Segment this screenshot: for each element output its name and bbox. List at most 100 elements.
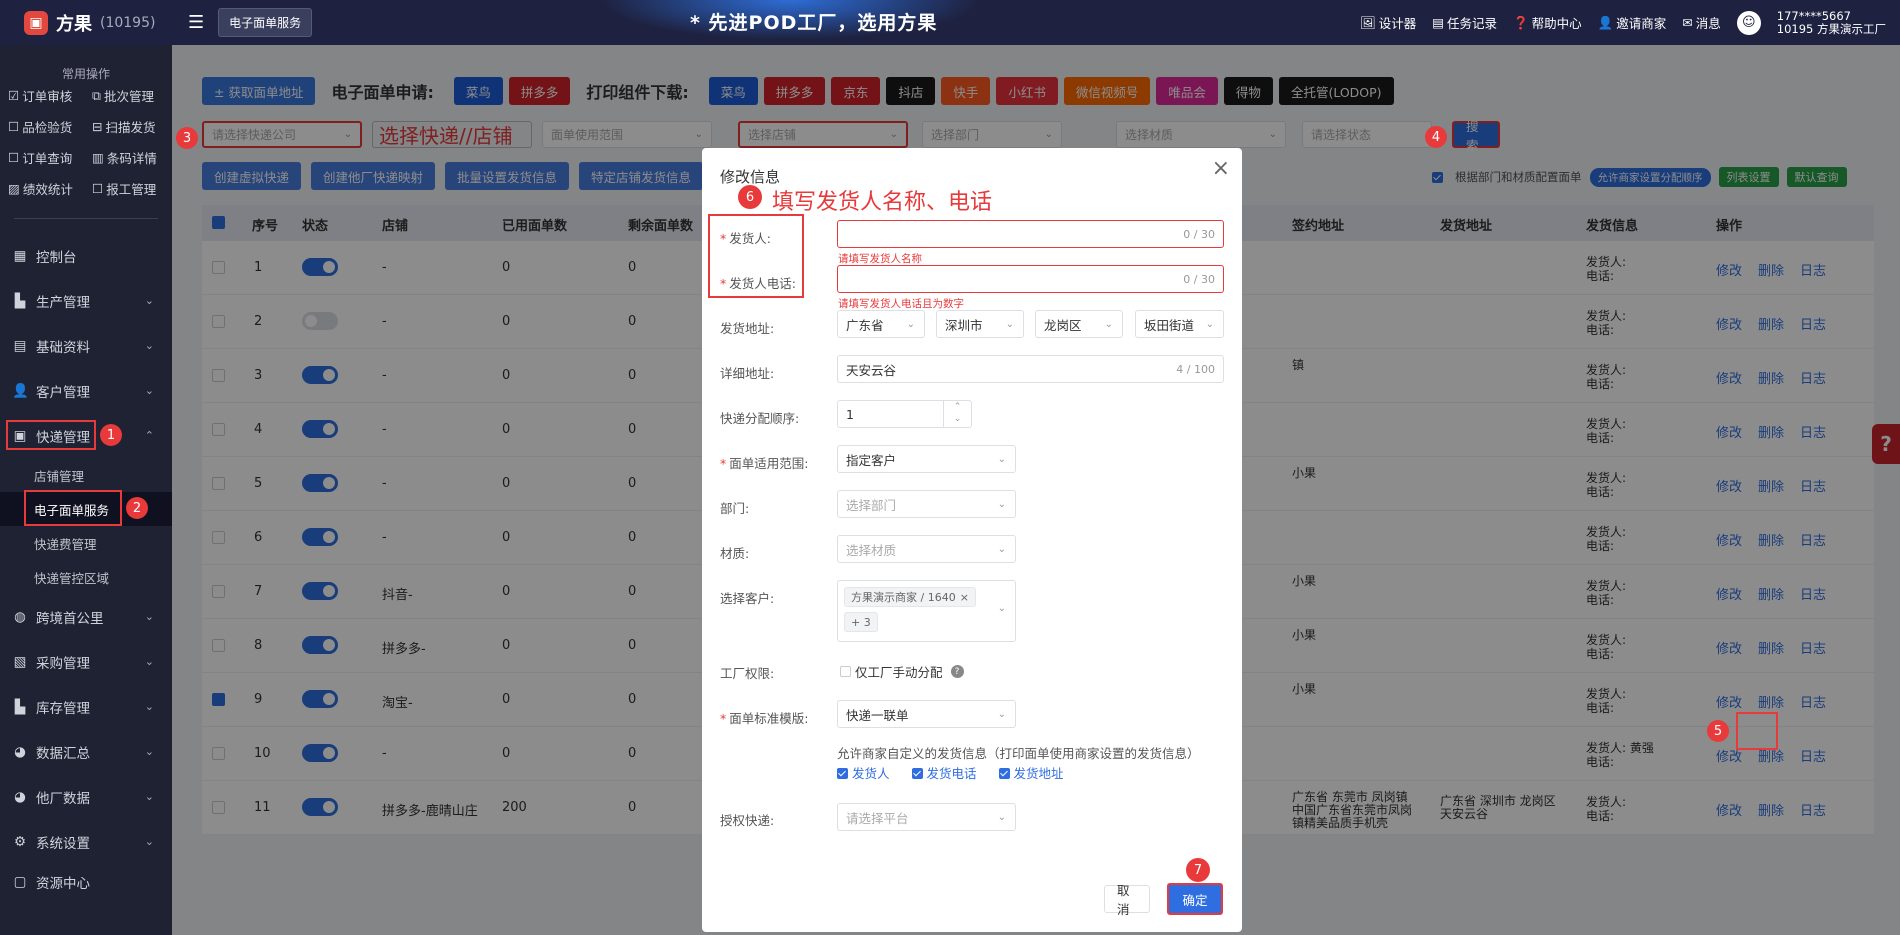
- nav-inventory[interactable]: ▙ 库存管理 ⌄: [0, 684, 172, 729]
- customer-multiselect[interactable]: 方果演示商家 / 1640 × + 3 ⌄: [837, 580, 1016, 642]
- nav-dashboard[interactable]: ▦ 控制台: [0, 233, 172, 278]
- province-select[interactable]: 广东省 ⌄: [837, 310, 925, 338]
- template-select[interactable]: 快递一联单 ⌄: [837, 700, 1016, 728]
- allow-address-option[interactable]: 发货地址: [998, 763, 1064, 782]
- nav-label: 系统设置: [36, 835, 90, 852]
- nav-cross-border[interactable]: ◍ 跨境首公里 ⌄: [0, 594, 172, 639]
- nav-customer[interactable]: 👤 客户管理 ⌄: [0, 368, 172, 413]
- designer-link[interactable]: 🖼 设计器: [1360, 13, 1416, 32]
- nav-sub-store-mgmt[interactable]: 店铺管理: [0, 458, 172, 492]
- district-select[interactable]: 龙岗区 ⌄: [1035, 310, 1123, 338]
- street-select[interactable]: 坂田街道 ⌄: [1135, 310, 1224, 338]
- quick-op-inspection[interactable]: ☐ 品检验货: [8, 117, 92, 136]
- dept-dialog-select[interactable]: 选择部门 ⌄: [837, 490, 1016, 518]
- active-page-tab[interactable]: 电子面单服务: [218, 8, 313, 37]
- quick-op-batch[interactable]: ⧉ 批次管理: [92, 86, 172, 105]
- tag-close-icon[interactable]: ×: [960, 591, 969, 604]
- detail-count: 4 / 100: [1176, 362, 1215, 376]
- detail-address-input[interactable]: 天安云谷 4 / 100: [837, 355, 1224, 383]
- edit-info-dialog: 修改信息 × 6 填写发货人名称、电话 * 发货人: 0 / 30 请填写发货人名…: [702, 148, 1242, 932]
- brand-logo[interactable]: ▣ 方果 (10195): [0, 0, 172, 45]
- chevron-down-icon: ⌄: [144, 835, 154, 848]
- nav-production[interactable]: ▙ 生产管理 ⌄: [0, 278, 172, 323]
- dialog-annotation: 填写发货人名称、电话: [772, 190, 993, 215]
- help-center-link[interactable]: ❓ 帮助中心: [1513, 13, 1582, 32]
- chevron-down-icon: ⌄: [997, 708, 1006, 720]
- chevron-down-icon: ⌄: [997, 543, 1006, 555]
- quick-op-label: 品检验货: [22, 120, 73, 135]
- sender-count: 0 / 30: [1183, 227, 1215, 241]
- cart-icon: ▧: [13, 653, 27, 670]
- annotation-box-e-waybill: [24, 490, 122, 526]
- nav-sub-express-fee[interactable]: 快递费管理: [0, 526, 172, 560]
- allow-custom-text: 允许商家自定义的发货信息（打印面单使用商家设置的发货信息）: [837, 746, 1200, 761]
- allow-sender-option[interactable]: 发货人: [837, 763, 890, 782]
- phone-error: 请填写发货人电话且为数字: [838, 298, 964, 310]
- chevron-down-icon: ⌄: [144, 610, 154, 623]
- quick-op-work-report[interactable]: ☐ 报工管理: [92, 179, 172, 198]
- nav-purchase[interactable]: ▧ 采购管理 ⌄: [0, 639, 172, 684]
- nav-resource-center[interactable]: ▢ 资源中心: [0, 864, 172, 900]
- scope-label: * 面单适用范围:: [720, 453, 808, 472]
- invite-merchant-link[interactable]: 👤 邀请商家: [1598, 13, 1667, 32]
- factory-checkbox[interactable]: [840, 666, 851, 677]
- scan-icon: ⊟: [92, 119, 103, 134]
- confirm-button[interactable]: 确定: [1167, 883, 1223, 915]
- dept-placeholder: 选择部门: [846, 497, 897, 513]
- allow-phone-option[interactable]: 发货电话: [911, 763, 977, 782]
- allow-custom-options: 发货人 发货电话 发货地址: [837, 763, 1064, 782]
- close-icon[interactable]: ×: [1212, 156, 1230, 181]
- customer-label: 选择客户:: [720, 591, 775, 606]
- quick-op-scan-ship[interactable]: ⊟ 扫描发货: [92, 117, 172, 136]
- help-icon: ❓: [1513, 14, 1529, 30]
- database-icon: ▤: [13, 337, 27, 354]
- nav-settings[interactable]: ⚙ 系统设置 ⌄: [0, 819, 172, 864]
- chevron-down-icon: ⌄: [1205, 318, 1214, 330]
- step-badge-2: 2: [126, 497, 148, 519]
- city-select[interactable]: 深圳市 ⌄: [936, 310, 1024, 338]
- auth-platform-select[interactable]: 请选择平台 ⌄: [837, 803, 1016, 831]
- user-info[interactable]: 177****5667 10195 方果演示工厂: [1777, 9, 1886, 36]
- chart-icon: ▨: [8, 181, 20, 196]
- dialog-title: 修改信息: [720, 168, 781, 186]
- designer-label: 设计器: [1378, 16, 1417, 31]
- quick-op-order-query[interactable]: ☐ 订单查询: [8, 148, 92, 167]
- nav-other-factory[interactable]: ◕ 他厂数据 ⌄: [0, 774, 172, 819]
- question-icon[interactable]: ?: [950, 665, 964, 678]
- nav-basic-data[interactable]: ▤ 基础资料 ⌄: [0, 323, 172, 368]
- quick-op-performance[interactable]: ▨ 绩效统计: [8, 179, 92, 198]
- cancel-button[interactable]: 取消: [1104, 883, 1150, 917]
- step-badge-4: 4: [1425, 126, 1447, 148]
- quick-op-label: 绩效统计: [22, 182, 73, 197]
- nav-sub-express-zone[interactable]: 快递管控区域: [0, 560, 172, 594]
- nav-data-summary[interactable]: ◕ 数据汇总 ⌄: [0, 729, 172, 774]
- factory-option[interactable]: 仅工厂手动分配 ?: [840, 662, 964, 681]
- customer-tag-label: 方果演示商家 / 1640: [851, 591, 956, 604]
- quick-op-order-review[interactable]: ☑ 订单审核: [8, 86, 92, 105]
- order-stepper[interactable]: 1 ⌃ ⌄: [837, 400, 972, 428]
- messages-link[interactable]: ✉ 消息: [1682, 13, 1721, 32]
- scope-dialog-select[interactable]: 指定客户 ⌄: [837, 445, 1016, 473]
- allow-address-checkbox[interactable]: [998, 768, 1010, 779]
- sidebar-nav: ▦ 控制台 ▙ 生产管理 ⌄ ▤ 基础资料 ⌄ 👤 客户管理 ⌄ ▣ 快递管理 ⌃ 店铺管理 …: [0, 233, 172, 900]
- menu-toggle-icon[interactable]: ☰: [188, 12, 204, 33]
- scope-value: 指定客户: [846, 452, 897, 468]
- task-log-link[interactable]: ▤ 任务记录: [1432, 13, 1497, 32]
- quick-op-barcode[interactable]: ▥ 条码详情: [92, 148, 172, 167]
- allow-sender-checkbox[interactable]: [837, 768, 848, 779]
- sender-input[interactable]: 0 / 30: [837, 220, 1224, 248]
- brand-mark-icon: ▣: [24, 10, 48, 35]
- copy-icon: ⧉: [92, 87, 101, 103]
- allow-phone-checkbox[interactable]: [911, 768, 923, 779]
- app-root: ▣ 方果 (10195) ☰ 电子面单服务 * 先进POD工厂，选用方果 🖼 设计…: [0, 0, 1900, 935]
- phone-input[interactable]: 0 / 30: [837, 265, 1224, 293]
- template-value: 快递一联单: [846, 707, 909, 723]
- dashboard-icon: ▦: [13, 247, 27, 264]
- phone-label-text: 发货人电话:: [729, 276, 796, 291]
- stepper-arrows-icon[interactable]: ⌃ ⌄: [943, 401, 971, 427]
- auth-label: 授权快递:: [720, 813, 775, 828]
- material-dialog-select[interactable]: 选择材质 ⌄: [837, 535, 1016, 563]
- chevron-down-icon: ⌄: [906, 318, 915, 330]
- user-avatar-icon[interactable]: ☺: [1736, 10, 1761, 35]
- material-placeholder: 选择材质: [846, 542, 897, 558]
